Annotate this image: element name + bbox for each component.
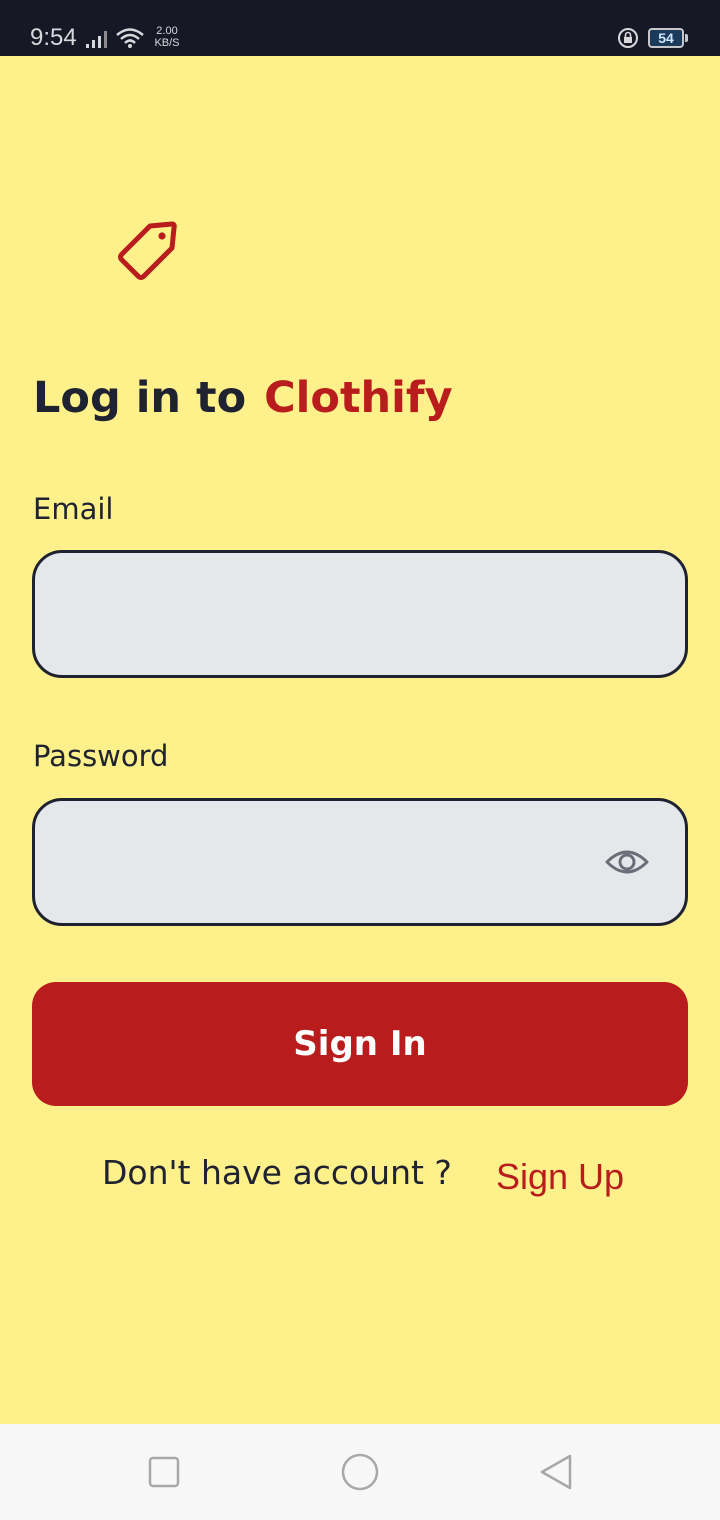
battery-icon: 54 (648, 28, 684, 48)
brand-name: Clothify (264, 373, 453, 423)
title-prefix: Log in to (33, 373, 247, 423)
sign-in-button[interactable]: Sign In (32, 982, 688, 1106)
back-icon[interactable] (538, 1452, 574, 1492)
tag-icon (118, 221, 177, 280)
recents-icon[interactable] (146, 1454, 182, 1490)
signup-prompt: Don't have account ? (102, 1153, 452, 1192)
eye-icon[interactable] (605, 845, 649, 879)
status-bar: 9:54 2.00 KB/S 54 (0, 0, 720, 56)
navigation-bar (0, 1424, 720, 1520)
password-field-box[interactable] (32, 798, 688, 926)
net-speed-value: 2.00 (156, 25, 178, 37)
lock-rotation-icon (618, 28, 638, 48)
sign-up-link[interactable]: Sign Up (496, 1152, 624, 1202)
password-label: Password (33, 739, 169, 773)
page-title: Log in to Clothify (33, 368, 453, 428)
signal-icon (86, 31, 107, 48)
wifi-icon (116, 28, 144, 48)
battery-tip (685, 34, 688, 42)
home-icon[interactable] (340, 1452, 380, 1492)
status-time: 9:54 (30, 24, 77, 51)
email-label: Email (33, 492, 114, 526)
email-field[interactable] (55, 553, 595, 675)
email-field-box[interactable] (32, 550, 688, 678)
net-speed-unit: KB/S (154, 37, 180, 49)
password-field[interactable] (55, 801, 595, 923)
net-speed: 2.00 KB/S (147, 25, 187, 49)
